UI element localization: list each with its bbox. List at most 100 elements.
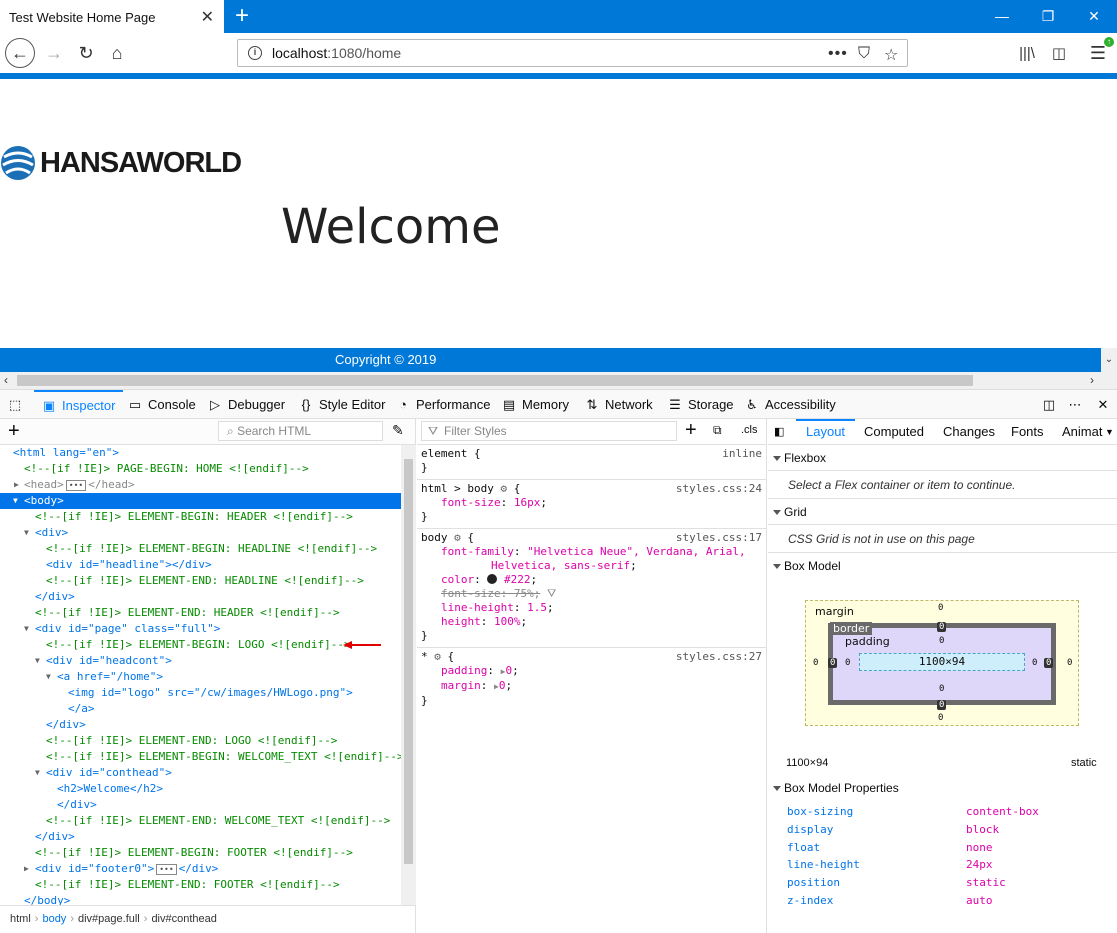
collapse-arrow-icon[interactable]: ▼	[13, 493, 18, 509]
tab-fonts[interactable]: Fonts	[1011, 419, 1044, 445]
tree-line[interactable]: </body>	[0, 893, 401, 905]
grid-section-header[interactable]: Grid	[768, 499, 1117, 525]
tree-line[interactable]: <h2>Welcome</h2>	[0, 781, 401, 797]
border-right-value[interactable]: 0	[1044, 658, 1054, 668]
tree-line[interactable]: <!--[if !IE]> ELEMENT-END: WELCOME_TEXT …	[0, 813, 401, 829]
tree-line[interactable]: </div>	[0, 589, 401, 605]
collapse-arrow-icon[interactable]: ▼	[24, 621, 29, 637]
new-tab-icon[interactable]: +	[231, 3, 253, 29]
back-icon[interactable]: ←	[5, 38, 35, 68]
more-options-icon[interactable]: ⋯	[1068, 390, 1088, 419]
close-devtools-icon[interactable]: ✕	[1096, 390, 1116, 419]
border-top-value[interactable]: 0	[937, 622, 947, 632]
border-left-value[interactable]: 0	[828, 658, 838, 668]
color-swatch-icon[interactable]	[487, 574, 498, 584]
scroll-right-icon[interactable]: ›	[1090, 373, 1094, 387]
breadcrumb-item[interactable]: div#conthead	[151, 913, 216, 925]
padding-top-value[interactable]: 0	[939, 636, 944, 646]
tab-performance[interactable]: ◔ Performance	[396, 390, 490, 419]
tab-computed[interactable]: Computed	[864, 419, 924, 445]
expand-arrow-icon[interactable]: ▶	[14, 477, 19, 493]
flexbox-section-header[interactable]: Flexbox	[768, 445, 1117, 471]
bm-prop-row[interactable]: float none	[787, 839, 1107, 857]
collapse-arrow-icon[interactable]: ▼	[46, 669, 51, 685]
css-rule[interactable]: body ⚙ { styles.css:17 font-family: "Hel…	[417, 529, 766, 648]
horizontal-scrollbar[interactable]: ‹ ›	[0, 372, 1117, 389]
add-rule-icon[interactable]: +	[685, 419, 697, 442]
search-html-input[interactable]: ⌕ Search HTML	[218, 421, 383, 441]
tree-line[interactable]: <!--[if !IE]> ELEMENT-END: FOOTER <![end…	[0, 877, 401, 893]
forward-icon[interactable]: →	[40, 39, 68, 67]
collapse-arrow-icon[interactable]: ▼	[35, 765, 40, 781]
tree-line[interactable]: </div>	[0, 717, 401, 733]
collapse-arrow-icon[interactable]: ▼	[35, 653, 40, 669]
browser-tab[interactable]: Test Website Home Page ✕	[0, 0, 224, 34]
dock-icon[interactable]: ◫	[1042, 390, 1062, 419]
tree-line[interactable]: ▶ <div id="footer0"> ••• </div>	[0, 861, 401, 877]
page-actions-icon[interactable]: •••	[828, 45, 848, 63]
home-icon[interactable]: ⌂	[103, 39, 131, 67]
tab-network[interactable]: ⇅ Network	[585, 390, 653, 419]
tab-console[interactable]: ▭ Console	[128, 390, 196, 419]
tab-accessibility[interactable]: ♿ Accessibility	[745, 390, 836, 419]
reload-icon[interactable]: ↻	[72, 39, 100, 67]
tab-close-icon[interactable]: ✕	[201, 7, 214, 27]
css-rule[interactable]: * ⚙ { styles.css:27 padding: ▶0; margin:…	[417, 648, 766, 712]
tree-line[interactable]: <!--[if !IE]> ELEMENT-BEGIN: FOOTER <![e…	[0, 845, 401, 861]
scrollbar-thumb[interactable]	[17, 375, 973, 386]
bm-prop-row[interactable]: z-index auto	[787, 892, 1107, 910]
tree-line[interactable]: <!--[if !IE]> ELEMENT-BEGIN: HEADLINE <!…	[0, 541, 401, 557]
tab-inspector[interactable]: ▣ Inspector	[34, 390, 124, 419]
cls-toggle[interactable]: .cls	[741, 424, 758, 436]
box-model-properties-header[interactable]: Box Model Properties	[768, 775, 1117, 801]
bm-prop-row[interactable]: display block	[787, 821, 1107, 839]
tree-line[interactable]: ▶ <head> ••• </head>	[0, 477, 401, 493]
tab-layout[interactable]: Layout	[796, 419, 856, 445]
collapsed-ellipsis-icon[interactable]: •••	[65, 480, 87, 491]
tree-line[interactable]: <!--[if !IE]> ELEMENT-BEGIN: HEADER <![e…	[0, 509, 401, 525]
content-box-size[interactable]: 1100×94	[859, 653, 1025, 671]
tab-changes[interactable]: Changes	[943, 419, 995, 445]
tab-debugger[interactable]: ▷ Debugger	[208, 390, 285, 419]
padding-bottom-value[interactable]: 0	[939, 684, 944, 694]
eyedropper-icon[interactable]: ✎	[392, 422, 404, 439]
tab-style-editor[interactable]: {} Style Editor	[299, 390, 386, 419]
pocket-icon[interactable]: ⛉	[858, 45, 870, 63]
info-icon[interactable]: i	[248, 46, 262, 60]
tree-line[interactable]: <!--[if !IE]> ELEMENT-END: LOGO <![endif…	[0, 733, 401, 749]
collapse-arrow-icon[interactable]: ▼	[24, 525, 29, 541]
tab-memory[interactable]: ▤ Memory	[502, 390, 569, 419]
stylesheet-link[interactable]: styles.css:17	[676, 531, 762, 545]
bookmark-star-icon[interactable]: ☆	[884, 45, 898, 65]
sidebar-icon[interactable]: ◫	[1045, 39, 1073, 67]
library-icon[interactable]: |||\	[1013, 39, 1041, 67]
stylesheet-link[interactable]: styles.css:24	[676, 482, 762, 496]
tree-line[interactable]: ▼ <div>	[0, 525, 401, 541]
margin-bottom-value[interactable]: 0	[938, 713, 943, 723]
bm-prop-row[interactable]: position static	[787, 874, 1107, 892]
tree-line[interactable]: ▼ <a href="/home">	[0, 669, 401, 685]
scroll-left-icon[interactable]: ‹	[4, 373, 8, 387]
css-rule[interactable]: html > body ⚙ { styles.css:24 font-size:…	[417, 480, 766, 529]
tree-line[interactable]: </a>	[0, 701, 401, 717]
tree-line[interactable]: </div>	[0, 829, 401, 845]
collapsed-ellipsis-icon[interactable]: •••	[156, 864, 177, 875]
tab-storage[interactable]: ☰ Storage	[668, 390, 733, 419]
restore-icon[interactable]: ❐	[1025, 0, 1071, 33]
tree-line[interactable]: <!--[if !IE]> ELEMENT-BEGIN: LOGO <![end…	[0, 637, 401, 653]
minimize-icon[interactable]: —	[979, 0, 1025, 33]
hansaworld-logo[interactable]: HANSAWORLD	[0, 145, 242, 181]
tree-line[interactable]: <!--[if !IE]> ELEMENT-BEGIN: WELCOME_TEX…	[0, 749, 401, 765]
tree-scrollbar[interactable]	[401, 445, 416, 905]
margin-right-value[interactable]: 0	[1067, 658, 1072, 668]
page-scroll-down-icon[interactable]: ⌄	[1101, 348, 1117, 372]
tree-line[interactable]: <div id="headline"></div>	[0, 557, 401, 573]
tree-line[interactable]: ▼ <div id="page" class="full">	[0, 621, 401, 637]
tree-line[interactable]: ▼ <div id="conthead">	[0, 765, 401, 781]
expand-arrow-icon[interactable]: ▶	[24, 861, 29, 877]
tab-animations[interactable]: Animat	[1062, 419, 1102, 445]
breadcrumb-item[interactable]: html	[10, 913, 31, 925]
tree-line[interactable]: <!--[if !IE]> ELEMENT-END: HEADLINE <![e…	[0, 573, 401, 589]
tree-line[interactable]: <html lang="en">	[0, 445, 401, 461]
tree-scrollbar-thumb[interactable]	[404, 459, 413, 864]
